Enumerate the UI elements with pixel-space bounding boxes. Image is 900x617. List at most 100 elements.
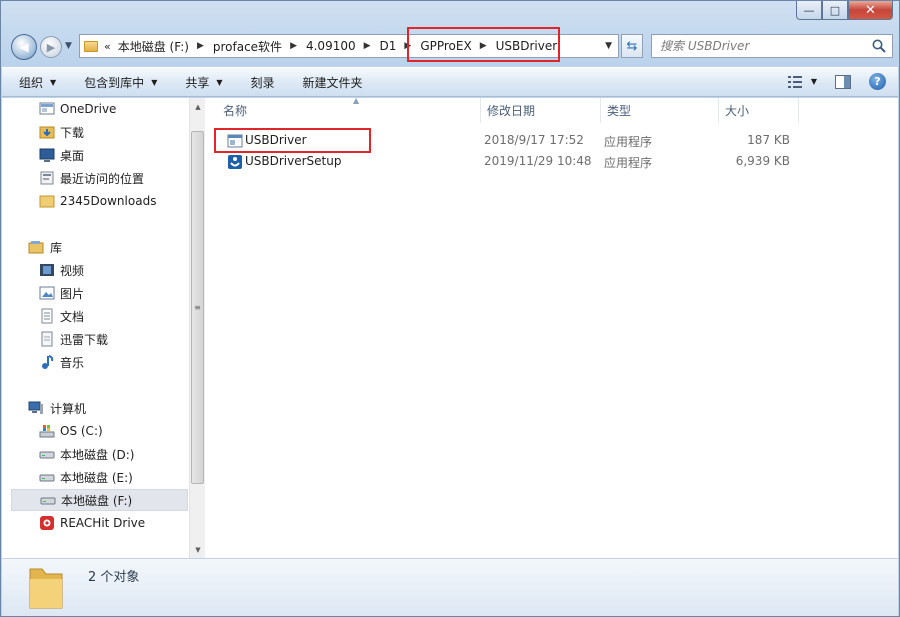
- nav-label: 图片: [60, 286, 85, 301]
- nav-label: 下载: [60, 125, 85, 140]
- nav-item-recent-places[interactable]: 最近访问的位置: [11, 167, 188, 189]
- view-controls: ▼ ?: [787, 73, 886, 90]
- breadcrumb-separator-icon[interactable]: ▶: [290, 41, 297, 51]
- minimize-button[interactable]: —: [796, 1, 822, 20]
- nav-item-drive-f[interactable]: 本地磁盘 (F:): [11, 489, 188, 511]
- refresh-button[interactable]: ⇆: [621, 34, 643, 58]
- breadcrumb-item[interactable]: D1: [380, 39, 397, 53]
- scroll-up-icon[interactable]: ▲: [190, 98, 206, 115]
- nav-item-pictures[interactable]: 图片: [11, 282, 188, 304]
- nav-item-drive-c[interactable]: OS (C:): [11, 420, 188, 442]
- maximize-button[interactable]: □: [822, 1, 848, 20]
- drive-icon: [39, 474, 55, 482]
- desktop-icon: [39, 148, 55, 162]
- nav-label: 库: [50, 240, 63, 255]
- search-icon[interactable]: [871, 38, 887, 54]
- breadcrumb-separator-icon[interactable]: ▶: [364, 41, 371, 51]
- nav-item-downloads[interactable]: 下载: [11, 121, 188, 143]
- help-icon[interactable]: ?: [869, 73, 886, 90]
- new-folder-button[interactable]: 新建文件夹: [303, 74, 363, 91]
- nav-item-computer[interactable]: 计算机: [2, 397, 179, 419]
- address-dropdown-icon[interactable]: ▼: [605, 41, 612, 51]
- nav-label: 本地磁盘 (F:): [61, 493, 133, 508]
- column-header-size[interactable]: 大小: [719, 98, 799, 123]
- nav-label: 本地磁盘 (E:): [60, 470, 133, 485]
- scroll-thumb[interactable]: ≡: [191, 131, 204, 484]
- burn-button[interactable]: 刻录: [251, 74, 275, 91]
- chevron-down-icon: ▼: [50, 77, 57, 87]
- refresh-icon: ⇆: [626, 38, 638, 54]
- nav-item-videos[interactable]: 视频: [11, 259, 188, 281]
- pictures-icon: [39, 286, 55, 300]
- nav-scrollbar[interactable]: ▲ ≡ ▼: [189, 98, 205, 558]
- nav-label: REACHit Drive: [60, 516, 146, 530]
- view-details-icon[interactable]: [787, 75, 803, 89]
- breadcrumb-item[interactable]: 本地磁盘 (F:): [118, 38, 189, 55]
- onedrive-icon: [39, 102, 55, 115]
- scroll-down-icon[interactable]: ▼: [190, 541, 206, 558]
- column-label: 名称: [223, 104, 248, 118]
- column-header-name[interactable]: ▲ 名称: [215, 96, 481, 123]
- nav-label: OneDrive: [60, 102, 117, 116]
- nav-item-2345downloads[interactable]: 2345Downloads: [11, 190, 188, 212]
- nav-label: 桌面: [60, 148, 85, 163]
- navigation-pane: OneDrive 下载 桌面 最近访问的位置 2345Downloads 库 视…: [2, 98, 205, 558]
- recent-places-icon: [40, 171, 54, 185]
- file-date: 2019/11/29 10:48: [484, 154, 592, 168]
- nav-item-desktop[interactable]: 桌面: [11, 144, 188, 166]
- column-label: 类型: [607, 104, 632, 118]
- nav-item-thunder-downloads[interactable]: 迅雷下载: [11, 328, 188, 350]
- breadcrumb-separator-icon[interactable]: ▶: [197, 41, 204, 51]
- column-header-date[interactable]: 修改日期: [481, 98, 601, 123]
- file-type: 应用程序: [604, 156, 653, 170]
- file-row[interactable]: USBDriverSetup 2019/11/29 10:48 应用程序 6,9…: [221, 151, 821, 172]
- explorer-window: — □ ✕ ◀ ▶ ▼ « 本地磁盘 (F:) ▶ proface软件 ▶ 4.…: [0, 0, 900, 617]
- search-box[interactable]: [651, 34, 893, 58]
- system-drive-icon: [39, 425, 55, 438]
- share-menu[interactable]: 共享 ▼: [185, 74, 222, 91]
- back-button[interactable]: ◀: [11, 34, 37, 60]
- organize-menu[interactable]: 组织 ▼: [19, 74, 56, 91]
- nav-label: 本地磁盘 (D:): [60, 447, 135, 462]
- thunder-downloads-icon: [41, 331, 53, 347]
- command-bar: 组织 ▼ 包含到库中 ▼ 共享 ▼ 刻录 新建文件夹 ▼ ?: [2, 67, 898, 97]
- nav-item-reachit-drive[interactable]: REACHit Drive: [11, 512, 188, 534]
- nav-item-documents[interactable]: 文档: [11, 305, 188, 327]
- search-input[interactable]: [660, 39, 860, 53]
- nav-label: 文档: [60, 309, 85, 324]
- organize-label: 组织: [19, 75, 44, 90]
- sort-ascending-icon: ▲: [353, 96, 360, 105]
- nav-label: 音乐: [60, 355, 85, 370]
- downloads-folder-icon: [39, 126, 55, 139]
- file-type: 应用程序: [604, 135, 653, 149]
- preview-pane-icon[interactable]: [835, 74, 851, 89]
- nav-label: 2345Downloads: [60, 194, 157, 208]
- nav-label: 最近访问的位置: [60, 171, 145, 186]
- nav-item-libraries[interactable]: 库: [2, 236, 179, 258]
- column-label: 修改日期: [487, 104, 536, 118]
- nav-item-music[interactable]: 音乐: [11, 351, 188, 373]
- nav-item-drive-e[interactable]: 本地磁盘 (E:): [11, 466, 188, 488]
- details-pane: 2 个对象: [2, 558, 898, 616]
- highlight-box: [214, 128, 371, 153]
- videos-icon: [40, 264, 54, 276]
- breadcrumb-overflow[interactable]: «: [104, 40, 111, 53]
- drive-icon: [40, 497, 56, 505]
- reachit-drive-icon: [40, 516, 54, 530]
- view-dropdown-icon[interactable]: ▼: [811, 77, 817, 86]
- include-in-library-label: 包含到库中: [84, 75, 145, 90]
- recent-pages-dropdown[interactable]: ▼: [65, 41, 72, 51]
- forward-button[interactable]: ▶: [40, 36, 62, 58]
- nav-item-onedrive[interactable]: OneDrive: [11, 98, 188, 120]
- breadcrumb-item[interactable]: 4.09100: [306, 39, 356, 53]
- music-icon: [42, 355, 54, 369]
- arrow-right-icon: ▶: [46, 40, 56, 54]
- burn-label: 刻录: [250, 75, 275, 90]
- close-button[interactable]: ✕: [848, 1, 893, 20]
- column-header-type[interactable]: 类型: [601, 98, 719, 123]
- nav-item-drive-d[interactable]: 本地磁盘 (D:): [11, 443, 188, 465]
- breadcrumb-item[interactable]: proface软件: [213, 38, 282, 55]
- chevron-down-icon: ▼: [216, 77, 223, 87]
- include-in-library-menu[interactable]: 包含到库中 ▼: [84, 74, 157, 91]
- nav-label: 迅雷下载: [60, 332, 109, 347]
